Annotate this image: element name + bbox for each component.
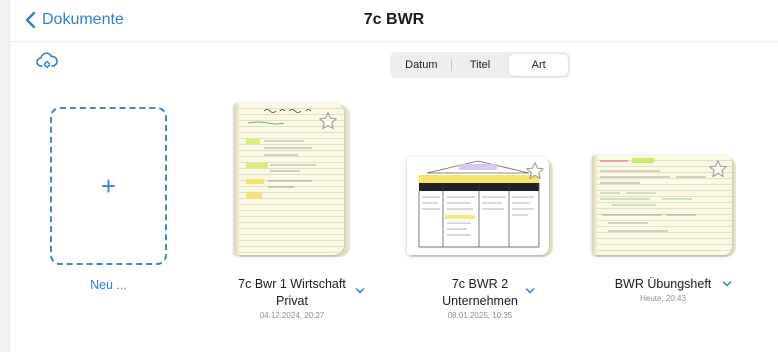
document-title-1[interactable]: 7c Bwr 1 Wirtschaft Privat	[222, 276, 362, 310]
page-title: 7c BWR	[363, 11, 425, 28]
sort-option-art[interactable]: Art	[509, 54, 569, 76]
document-thumbnail-3[interactable]	[592, 155, 736, 257]
plus-icon: +	[100, 171, 117, 201]
document-title-3[interactable]: BWR Übungsheft	[596, 276, 730, 293]
chevron-down-icon[interactable]	[722, 280, 732, 288]
navigation-bar: Dokumente 7c BWR	[10, 0, 778, 42]
document-thumbnail-1[interactable]	[234, 103, 350, 257]
chevron-down-icon[interactable]	[355, 287, 365, 295]
document-date-3: Heute, 20:43	[640, 294, 686, 303]
cloud-sync-icon[interactable]	[36, 52, 58, 70]
sort-option-titel[interactable]: Titel	[450, 54, 510, 76]
favorite-star-icon[interactable]	[318, 111, 338, 131]
new-document-tile[interactable]: +	[50, 107, 167, 265]
sort-option-datum[interactable]: Datum	[392, 54, 451, 76]
sidebar-edge	[0, 0, 10, 352]
chevron-down-icon[interactable]	[525, 287, 535, 295]
document-date-2: 08.01.2025, 10:35	[447, 311, 513, 320]
document-date-1: 04.12.2024, 20:27	[259, 311, 325, 320]
favorite-star-icon[interactable]	[525, 161, 545, 181]
new-document-label[interactable]: Neu ...	[50, 277, 167, 294]
favorite-star-icon[interactable]	[708, 159, 728, 179]
sort-segmented-control: Datum Titel Art	[390, 52, 570, 78]
document-thumbnail-2[interactable]	[407, 157, 553, 257]
